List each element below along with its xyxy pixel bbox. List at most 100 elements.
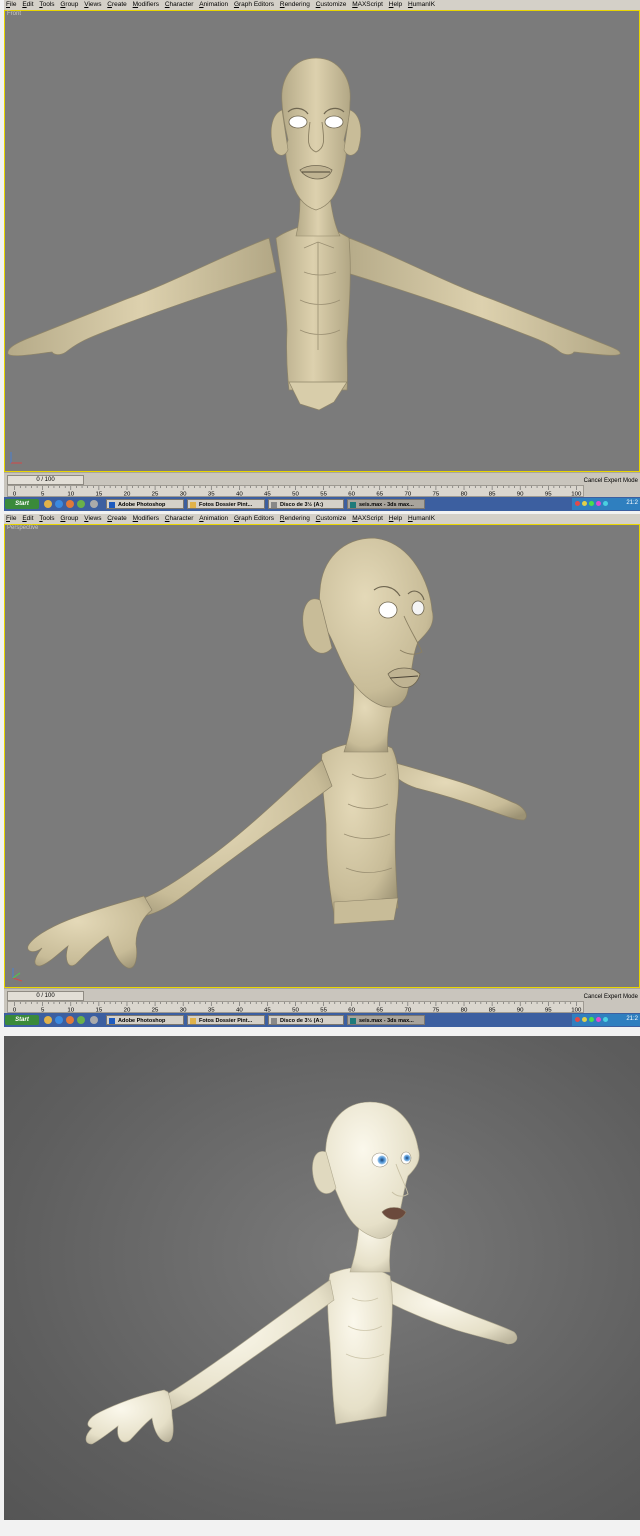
menu-graph-editors[interactable]: Graph Editors [234,514,274,524]
task-photoshop[interactable]: Adobe Photoshop [106,499,184,509]
timeline-tick-label: 60 [348,1008,355,1012]
menu-humanik[interactable]: HumanIK [408,0,435,10]
timeline-tick-label: 20 [124,492,131,496]
menu-modifiers[interactable]: Modifiers [133,0,159,10]
time-slider-bar: 0 / 100 0 5 10 15 20 25 30 35 40 45 50 55 60 65 70 75 80… [4,472,640,497]
quicklaunch-explorer-icon[interactable] [77,1016,85,1024]
menu-modifiers[interactable]: Modifiers [133,514,159,524]
time-slider[interactable]: 0 / 100 [7,475,84,485]
cancel-expert-mode-link[interactable]: Cancel Expert Mode [584,478,638,484]
timeline-tick-label: 95 [545,1008,552,1012]
quicklaunch-explorer-icon[interactable] [77,500,85,508]
front-viewport[interactable]: Front [4,10,640,472]
quicklaunch-desktop-icon[interactable] [44,1016,52,1024]
clock[interactable]: 21:2 [626,1016,638,1022]
menu-views[interactable]: Views [84,0,101,10]
timeline-tick-label: 20 [124,1008,131,1012]
character-front-model [7,57,621,411]
menu-edit[interactable]: Edit [22,514,33,524]
timeline-tick-label: 10 [67,1008,74,1012]
time-slider[interactable]: 0 / 100 [7,991,84,1001]
tray-icon[interactable] [575,1017,580,1022]
timeline-tick-label: 65 [376,492,383,496]
timeline-tick-label: 5 [41,1008,44,1012]
timeline-tick-label: 10 [67,492,74,496]
menu-character[interactable]: Character [165,514,194,524]
menu-customize[interactable]: Customize [316,514,347,524]
menu-rendering[interactable]: Rendering [280,0,310,10]
quicklaunch-desktop-icon[interactable] [44,500,52,508]
task-floppy-drive[interactable]: Disco de 3½ (A:) [268,1015,344,1025]
final-render [4,1036,640,1520]
perspective-viewport[interactable]: Perspective [4,524,640,988]
tray-icon[interactable] [589,501,594,506]
cancel-expert-mode-link[interactable]: Cancel Expert Mode [584,994,638,1000]
menu-help[interactable]: Help [389,0,402,10]
menu-create[interactable]: Create [107,514,127,524]
timeline-tick-label: 40 [236,492,243,496]
tray-icon[interactable] [575,501,580,506]
timeline-tick-label: 75 [433,1008,440,1012]
menu-animation[interactable]: Animation [199,0,228,10]
menu-customize[interactable]: Customize [316,0,347,10]
timeline-tick-label: 30 [180,492,187,496]
timeline-tick-label: 5 [41,492,44,496]
tray-icon[interactable] [582,1017,587,1022]
axis-gizmo-icon [10,452,22,464]
screenshot-perspective: File Edit Tools Group Views Create Modif… [4,514,640,1028]
menu-group[interactable]: Group [60,514,78,524]
tray-icon[interactable] [596,501,601,506]
system-tray: 21:2 [572,498,640,510]
menu-edit[interactable]: Edit [22,0,33,10]
task-floppy-drive[interactable]: Disco de 3½ (A:) [268,499,344,509]
tray-icon[interactable] [589,1017,594,1022]
menu-help[interactable]: Help [389,514,402,524]
task-fotos-folder[interactable]: Fotos Dossier Pint... [187,1015,265,1025]
menu-file[interactable]: File [6,514,17,524]
timeline-track[interactable]: 0 5 10 15 20 25 30 35 40 45 50 55 60 65 70 75 80 85 90 95 10… [7,485,584,497]
quicklaunch-ie-icon[interactable] [55,1016,63,1024]
task-fotos-folder[interactable]: Fotos Dossier Pint... [187,499,265,509]
menu-animation[interactable]: Animation [199,514,228,524]
menu-tools[interactable]: Tools [39,514,54,524]
quicklaunch-app-icon[interactable] [90,500,98,508]
tray-icon[interactable] [596,1017,601,1022]
menu-create[interactable]: Create [107,0,127,10]
tray-icon[interactable] [582,501,587,506]
tray-icon[interactable] [603,1017,608,1022]
task-3ds-max[interactable]: seis.max - 3ds max... [347,1015,425,1025]
timeline-tick-label: 35 [208,1008,215,1012]
timeline-tick-label: 100 [571,1008,581,1012]
task-photoshop[interactable]: Adobe Photoshop [106,1015,184,1025]
axis-gizmo-icon [12,968,23,982]
menu-humanik[interactable]: HumanIK [408,514,435,524]
task-3ds-max[interactable]: seis.max - 3ds max... [347,499,425,509]
timeline-tick-label: 95 [545,492,552,496]
menu-group[interactable]: Group [60,0,78,10]
timeline-tick-label: 85 [489,492,496,496]
menu-file[interactable]: File [6,0,17,10]
timeline-tick-label: 100 [571,492,581,496]
menu-maxscript[interactable]: MAXScript [352,0,383,10]
menu-character[interactable]: Character [165,0,194,10]
menu-tools[interactable]: Tools [39,0,54,10]
menu-bar: File Edit Tools Group Views Create Modif… [4,514,640,524]
start-button[interactable]: Start [5,1015,39,1025]
quicklaunch-app-icon[interactable] [90,1016,98,1024]
timeline-tick-label: 35 [208,492,215,496]
menu-graph-editors[interactable]: Graph Editors [234,0,274,10]
timeline-tick-label: 70 [404,492,411,496]
clock[interactable]: 21:2 [626,500,638,506]
tray-icon[interactable] [603,501,608,506]
quicklaunch-ie-icon[interactable] [55,500,63,508]
quicklaunch-media-icon[interactable] [66,1016,74,1024]
quicklaunch-media-icon[interactable] [66,500,74,508]
timeline-track[interactable]: 0 5 10 15 20 25 30 35 40 45 50 55 60 65 70 75 80 85 90 95 10… [7,1001,584,1013]
windows-taskbar: Start Adobe Photoshop Fotos Dossier Pint… [4,1013,640,1027]
start-button[interactable]: Start [5,499,39,509]
timeline-tick-label: 15 [96,1008,103,1012]
menu-maxscript[interactable]: MAXScript [352,514,383,524]
menu-rendering[interactable]: Rendering [280,514,310,524]
timeline-tick-label: 40 [236,1008,243,1012]
menu-views[interactable]: Views [84,514,101,524]
